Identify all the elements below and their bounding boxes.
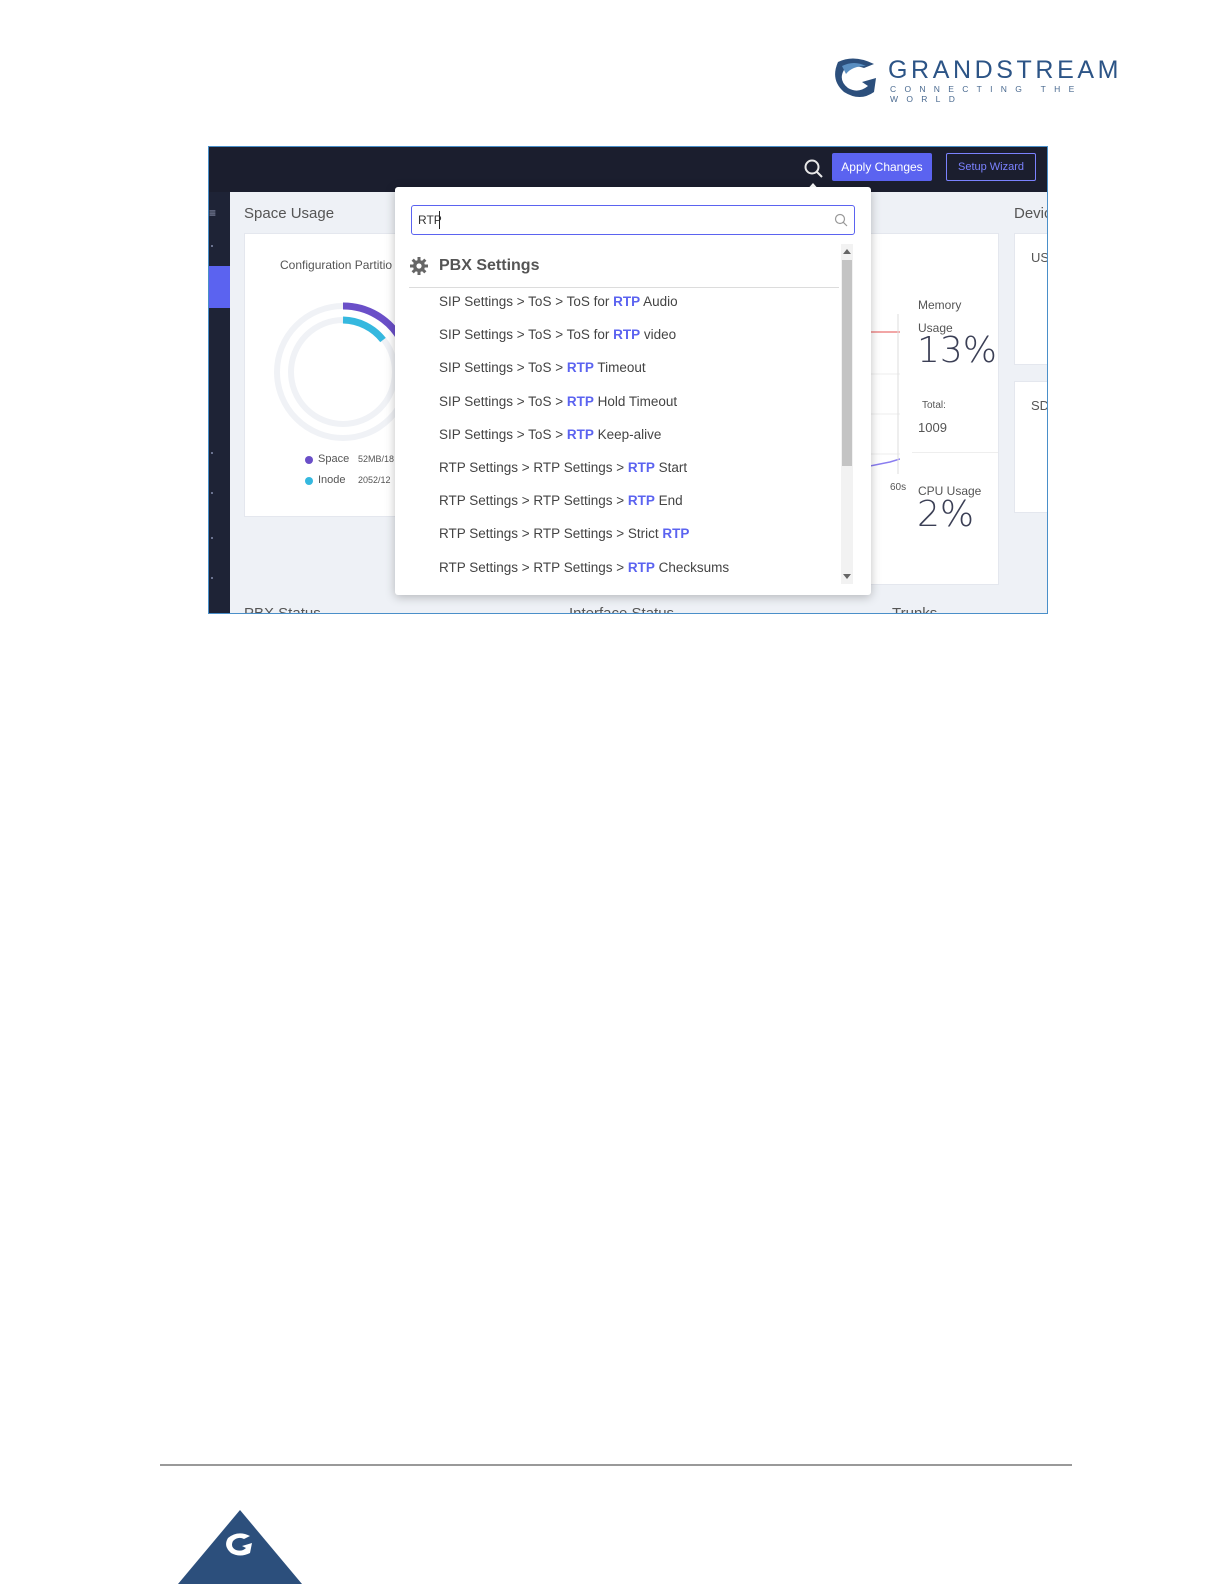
brand-name: GRANDSTREAM <box>888 56 1123 84</box>
results-scrollbar[interactable] <box>841 244 853 584</box>
trunks-title: Trunks <box>892 605 938 614</box>
divider <box>912 452 998 453</box>
scroll-down-icon[interactable] <box>843 574 851 579</box>
setup-wizard-button[interactable]: Setup Wizard <box>946 153 1036 181</box>
search-result-item[interactable]: RTP Settings > RTP Settings > RTP End <box>439 490 729 523</box>
sidebar-marker <box>211 537 213 539</box>
space-usage-title: Space Usage <box>244 205 335 222</box>
space-usage-card: Configuration Partitio Space 52MB/18 Ino… <box>244 233 412 517</box>
grandstream-footer-logo-icon <box>178 1510 302 1584</box>
apply-changes-button[interactable]: Apply Changes <box>832 153 932 181</box>
sidebar: ≡ <box>209 192 230 613</box>
inode-legend-dot <box>305 477 313 485</box>
memory-total-value: 1009 <box>918 420 947 435</box>
section-title: PBX Settings <box>439 257 540 274</box>
space-legend-label: Space <box>318 453 350 465</box>
space-donut-chart <box>274 302 412 441</box>
pbx-settings-section: PBX Settings <box>409 255 839 288</box>
sidebar-marker <box>211 452 213 454</box>
footer-divider <box>160 1464 1072 1466</box>
grandstream-logo: GRANDSTREAM CONNECTING THE WORLD <box>834 54 1164 104</box>
scroll-up-icon[interactable] <box>843 249 851 254</box>
pbx-status-title: PBX Status <box>244 605 321 614</box>
search-icon[interactable] <box>834 213 848 227</box>
menu-icon[interactable]: ≡ <box>209 206 216 220</box>
sidebar-marker <box>211 577 213 579</box>
inode-arc <box>342 316 386 343</box>
inode-legend-value: 2052/12 <box>358 475 391 485</box>
search-result-item[interactable]: RTP Settings > RTP Settings > RTP Start <box>439 457 729 490</box>
chart-axis-60s: 60s <box>890 482 907 493</box>
scrollbar-thumb[interactable] <box>842 260 852 466</box>
search-input[interactable]: RTP <box>411 205 855 235</box>
sidebar-marker <box>211 245 213 247</box>
config-partition-label: Configuration Partitio <box>280 258 393 272</box>
text-cursor <box>439 211 440 229</box>
resource-usage-card: 60s Memory Usage 13% Total: 1009 CPU Usa… <box>859 233 999 585</box>
search-result-item[interactable]: RTP Settings > RTP Settings > RTP Checks… <box>439 557 729 590</box>
search-result-item[interactable]: SIP Settings > ToS > ToS for RTP video <box>439 324 729 357</box>
search-result-item[interactable]: SIP Settings > ToS > ToS for RTP Audio <box>439 291 729 324</box>
device-title: Devic <box>1014 205 1048 222</box>
brand-tagline: CONNECTING THE WORLD <box>890 84 1083 104</box>
search-result-item[interactable]: SIP Settings > ToS > RTP Hold Timeout <box>439 391 729 424</box>
grandstream-mark-icon <box>835 58 876 97</box>
usb-card: US <box>1014 233 1048 365</box>
usb-label: US <box>1031 250 1048 265</box>
memory-label: Memory <box>918 298 962 312</box>
inode-legend-label: Inode <box>318 474 346 486</box>
search-results-list: SIP Settings > ToS > ToS for RTP Audio S… <box>439 291 729 590</box>
search-dropdown: RTP PBX Settings SIP Settings > ToS > To… <box>395 187 871 595</box>
sidebar-marker <box>211 492 213 494</box>
sd-label: SD <box>1031 398 1048 413</box>
search-result-item[interactable]: SIP Settings > ToS > RTP Keep-alive <box>439 424 729 457</box>
search-icon[interactable] <box>803 158 825 180</box>
memory-usage-value: 13% <box>917 330 998 371</box>
cpu-usage-value: 2% <box>917 494 975 535</box>
ucm-dashboard-screenshot: Apply Changes Setup Wizard ≡ Space Usage… <box>208 146 1048 614</box>
memory-total-label: Total: <box>922 400 946 411</box>
gear-icon <box>410 257 428 275</box>
search-result-item[interactable]: RTP Settings > RTP Settings > Strict RTP <box>439 523 729 556</box>
space-legend-value: 52MB/18 <box>358 454 395 464</box>
interface-status-title: Interface Status <box>569 605 675 614</box>
sidebar-item-active[interactable] <box>209 266 230 308</box>
space-legend-dot <box>305 456 313 464</box>
sd-card: SD <box>1014 381 1048 513</box>
search-result-item[interactable]: SIP Settings > ToS > RTP Timeout <box>439 357 729 390</box>
